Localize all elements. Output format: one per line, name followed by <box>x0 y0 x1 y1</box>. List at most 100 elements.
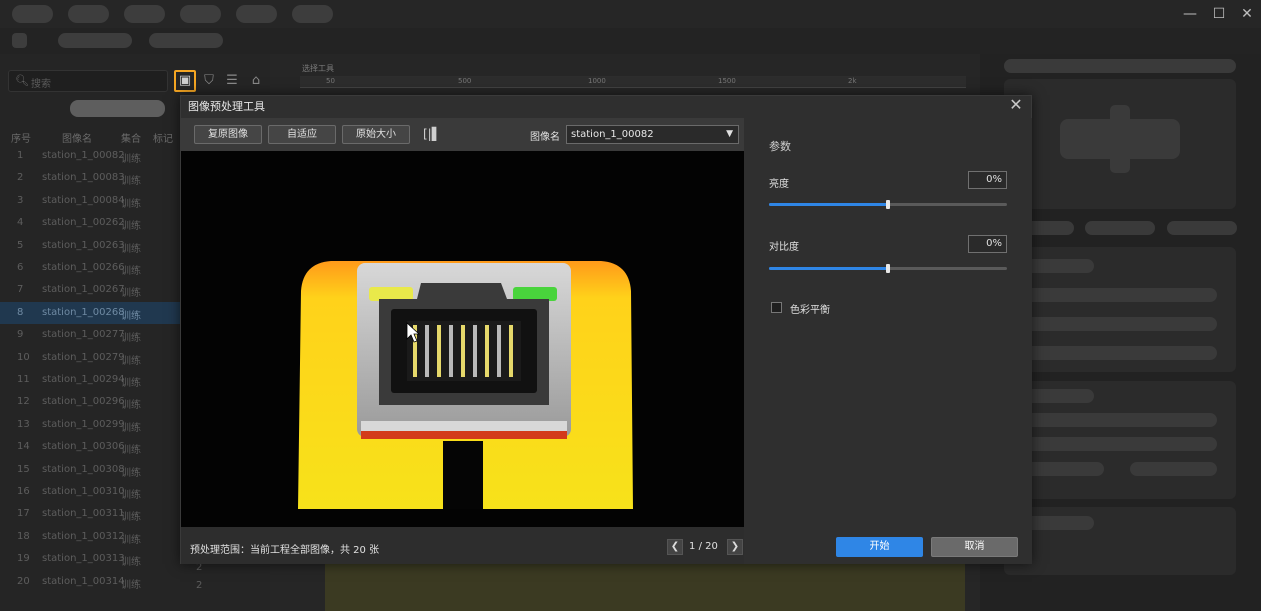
row-set: 训练 <box>121 266 141 277</box>
ruler-tick: 1000 <box>588 77 606 85</box>
table-row[interactable]: 20 station_1_00314 训练 <box>0 571 180 593</box>
plus-icon <box>1110 105 1130 173</box>
table-row[interactable]: 12 station_1_00296 训练 <box>0 391 180 413</box>
table-row[interactable]: 1 station_1_00082 训练 <box>0 145 180 167</box>
row-set: 训练 <box>121 512 141 524</box>
brightness-slider-thumb[interactable] <box>886 200 890 209</box>
row-set: 训练 <box>121 534 141 546</box>
row-set: 训练 <box>121 198 141 210</box>
restore-image-button[interactable]: 复原图像 <box>194 125 262 144</box>
image-name-label: 图像名 <box>530 132 560 143</box>
image-name-select[interactable]: station_1_00082 ▼ <box>566 125 739 144</box>
connector-pin <box>509 325 513 377</box>
color-balance-label: 色彩平衡 <box>790 305 830 316</box>
secondary-toolbar <box>0 28 1261 54</box>
table-row[interactable]: 15 station_1_00308 训练 <box>0 459 180 481</box>
canvas-image-peek <box>325 563 965 611</box>
table-row[interactable]: 16 station_1_00310 训练 <box>0 481 180 503</box>
row-image-name: station_1_00277 <box>42 329 125 341</box>
toolbar-item-placeholder[interactable] <box>12 33 27 48</box>
row-set: 训练 <box>121 445 141 457</box>
collapsed-control-placeholder[interactable] <box>70 100 165 117</box>
menu-item-placeholder[interactable] <box>68 5 109 23</box>
table-row[interactable]: 18 station_1_00312 训练 <box>0 526 180 548</box>
settings-card <box>1004 247 1236 372</box>
table-row[interactable]: 3 station_1_00084 训练 <box>0 190 180 212</box>
row-set: 训练 <box>121 221 141 233</box>
close-icon[interactable]: ✕ <box>1007 96 1025 114</box>
row-image-name: station_1_00314 <box>42 575 125 587</box>
original-size-button[interactable]: 原始大小 <box>342 125 410 144</box>
table-row[interactable]: 10 station_1_00279 训练 <box>0 347 180 369</box>
toolbar-item-placeholder[interactable] <box>58 33 132 48</box>
table-row[interactable]: 13 station_1_00299 训练 <box>0 414 180 436</box>
column-header-mark[interactable]: 标记 <box>153 130 173 145</box>
row-index: 18 <box>17 530 30 542</box>
connector-pin <box>473 325 477 377</box>
table-row[interactable]: 4 station_1_00262 训练 <box>0 212 180 234</box>
fit-button[interactable]: 自适应 <box>268 125 336 144</box>
row-image-name: station_1_00267 <box>42 284 125 296</box>
row-index: 7 <box>17 284 24 296</box>
menu-item-placeholder[interactable] <box>12 5 53 23</box>
cancel-button[interactable]: 取消 <box>931 537 1018 557</box>
image-preview[interactable] <box>181 151 744 527</box>
close-window-icon[interactable]: ✕ <box>1237 4 1257 24</box>
color-balance-checkbox[interactable] <box>771 302 782 313</box>
settings-card <box>1004 507 1236 575</box>
compare-split-icon[interactable]: [|▌ <box>423 127 441 141</box>
prev-page-button[interactable]: ❮ <box>667 539 683 555</box>
filter-icon[interactable]: ⛉ <box>198 70 220 92</box>
column-header-index[interactable]: 序号 <box>11 130 31 145</box>
contrast-slider[interactable] <box>769 264 1007 273</box>
toolbar-item-placeholder[interactable] <box>149 33 223 48</box>
row-image-name: station_1_00262 <box>42 217 125 229</box>
column-header-name[interactable]: 图像名 <box>62 130 92 145</box>
tab-placeholder[interactable] <box>1167 221 1237 235</box>
table-row[interactable]: 6 station_1_00266 训练 <box>0 257 180 279</box>
connector-pins <box>413 325 513 377</box>
contrast-input[interactable]: 0% <box>968 235 1007 253</box>
table-row[interactable]: 11 station_1_00294 训练 <box>0 369 180 391</box>
row-index: 20 <box>17 575 30 587</box>
list-view-icon[interactable]: ☰ <box>221 70 243 92</box>
row-set: 训练 <box>121 579 141 591</box>
menu-item-placeholder[interactable] <box>180 5 221 23</box>
table-row[interactable]: 17 station_1_00311 训练 <box>0 503 180 525</box>
start-button[interactable]: 开始 <box>836 537 923 557</box>
preprocess-scope-text: 预处理范围：当前工程全部图像，共 20 张 <box>190 545 380 556</box>
panel-header-placeholder <box>1004 59 1236 73</box>
row-index: 10 <box>17 351 30 363</box>
image-preprocess-dialog: 图像预处理工具 ✕ 复原图像 自适应 原始大小 [|▌ 图像名 station_… <box>180 95 1032 564</box>
maximize-icon[interactable]: ☐ <box>1209 4 1229 24</box>
setting-placeholder <box>1024 389 1094 403</box>
table-row[interactable]: 19 station_1_00313 训练 <box>0 548 180 570</box>
contrast-slider-thumb[interactable] <box>886 264 890 273</box>
table-row[interactable]: 5 station_1_00263 训练 <box>0 235 180 257</box>
contrast-slider-fill <box>769 267 888 270</box>
brightness-slider[interactable] <box>769 200 1007 209</box>
search-input[interactable]: 🔍︎ 搜索 <box>8 70 168 92</box>
add-area[interactable] <box>1004 79 1236 209</box>
table-row[interactable]: 7 station_1_00267 训练 <box>0 279 180 301</box>
image-preprocess-icon[interactable]: ▣ <box>174 70 196 92</box>
mark-count: 2 <box>196 580 203 591</box>
row-image-name: station_1_00306 <box>42 441 125 453</box>
table-row[interactable]: 8 station_1_00268 训练 <box>0 301 180 324</box>
minimize-icon[interactable]: — <box>1180 4 1200 24</box>
column-header-set[interactable]: 集合 <box>121 130 141 145</box>
table-row[interactable]: 9 station_1_00277 训练 <box>0 324 180 346</box>
row-index: 1 <box>17 150 24 161</box>
brightness-input[interactable]: 0% <box>968 171 1007 189</box>
menu-item-placeholder[interactable] <box>236 5 277 23</box>
row-index: 11 <box>17 374 30 385</box>
row-image-name: station_1_00312 <box>42 530 125 542</box>
table-row[interactable]: 14 station_1_00306 训练 <box>0 436 180 458</box>
table-row[interactable]: 2 station_1_00083 训练 <box>0 167 180 189</box>
next-page-button[interactable]: ❯ <box>727 539 743 555</box>
tab-placeholder[interactable] <box>1085 221 1155 235</box>
menu-item-placeholder[interactable] <box>124 5 165 23</box>
more-tools-icon[interactable]: ⌂ <box>245 70 267 92</box>
menu-item-placeholder[interactable] <box>292 5 333 23</box>
params-panel: 参数 亮度 0% 对比度 0% 色彩平衡 开始 取消 <box>744 118 1032 564</box>
